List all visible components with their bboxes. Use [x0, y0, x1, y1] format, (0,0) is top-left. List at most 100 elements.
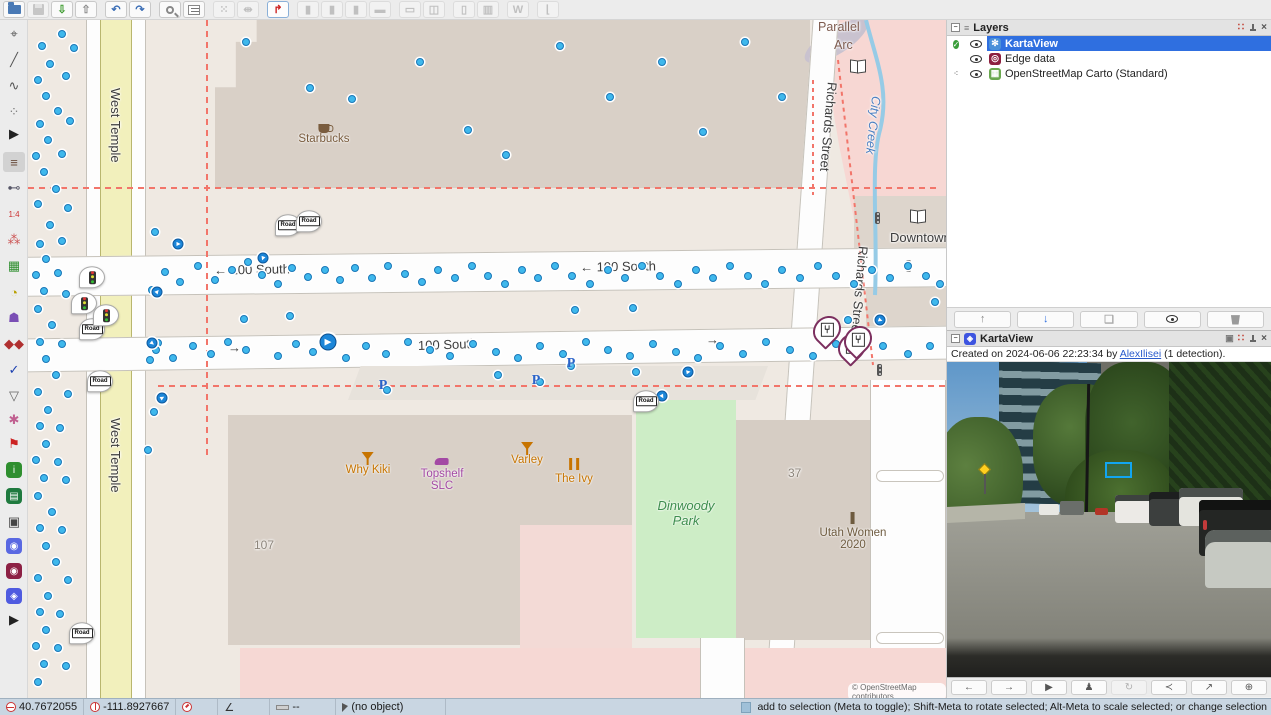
photo-panel-toggle[interactable]: ▣ — [3, 512, 25, 532]
kartaview-image-dot[interactable] — [189, 342, 197, 350]
kartaview-image-dot[interactable] — [814, 262, 822, 270]
kartaview-image-dot[interactable] — [70, 44, 78, 52]
road-sign-detection-bubble[interactable]: Road — [296, 210, 322, 232]
kartaview-heading-dot[interactable]: ▲ — [147, 338, 158, 349]
kartaview-image-dot[interactable] — [832, 272, 840, 280]
select-tool[interactable]: ⌖ — [3, 24, 25, 44]
kartaview-image-dot[interactable] — [54, 269, 62, 277]
kartaview-image-dot[interactable] — [778, 266, 786, 274]
kartaview-image-dot[interactable] — [44, 592, 52, 600]
kartaview-image-dot[interactable] — [240, 315, 248, 323]
notes-panel-toggle[interactable]: ⚑ — [3, 434, 25, 454]
open-file-button[interactable] — [3, 1, 25, 18]
kartaview-image-dot[interactable] — [36, 608, 44, 616]
kartaview-image-dot[interactable] — [38, 42, 46, 50]
kartaview-image-dot[interactable] — [868, 266, 876, 274]
open-web-button[interactable]: ⊕ — [1231, 680, 1267, 695]
layer-visibility-button[interactable] — [1144, 311, 1201, 328]
info-panel-toggle[interactable]: i — [3, 460, 25, 480]
kartaview-image-dot[interactable] — [362, 342, 370, 350]
kartaview-heading-dot[interactable]: ▲ — [152, 287, 163, 298]
kartaview-image-dot[interactable] — [64, 576, 72, 584]
kartaview-image-dot[interactable] — [761, 280, 769, 288]
layout-icon[interactable]: ▣ — [1225, 333, 1234, 344]
layer-merge-button[interactable]: ❏ — [1080, 311, 1137, 328]
share-button[interactable]: ≺ — [1151, 680, 1187, 695]
traffic-light-detection-bubble[interactable] — [93, 304, 119, 326]
pegman-button[interactable]: ♟ — [1071, 680, 1107, 695]
kartaview-image-dot[interactable] — [886, 274, 894, 282]
kartaview-image-dot[interactable] — [778, 93, 786, 101]
kartaview-image-dot[interactable] — [582, 338, 590, 346]
close-icon[interactable]: × — [1261, 333, 1267, 344]
kartaview-image-dot[interactable] — [744, 272, 752, 280]
preset-door-button[interactable]: ▮ — [321, 1, 343, 18]
kartaview-heading-dot[interactable]: ▲ — [173, 239, 184, 250]
kartaview-image-dot[interactable] — [36, 240, 44, 248]
kartaview-image-dot[interactable] — [850, 280, 858, 288]
kartaview-image-dot[interactable] — [58, 340, 66, 348]
kartaview-image-dot[interactable] — [64, 390, 72, 398]
kartaview-image-dot[interactable] — [502, 151, 510, 159]
layer-row-edge-data[interactable]: ◎Edge data — [947, 51, 1271, 66]
kartaview-heading-dot[interactable]: ▲ — [258, 253, 269, 264]
layers-panel-header[interactable]: − ≡ Layers ∷ × — [947, 20, 1271, 36]
kartaview-image-dot[interactable] — [42, 255, 50, 263]
kartaview-image-dot[interactable] — [151, 228, 159, 236]
kartaview-image-dot[interactable] — [726, 262, 734, 270]
layer-move-up-button[interactable]: ↑ — [954, 311, 1011, 328]
preset-people-button[interactable]: ▥ — [477, 1, 499, 18]
kartaview-image-dot[interactable] — [42, 92, 50, 100]
kartaview-image-dot[interactable] — [699, 128, 707, 136]
kartaview-image-dot[interactable] — [739, 350, 747, 358]
kartaview-image-dot[interactable] — [62, 72, 70, 80]
road-sign-detection-bubble[interactable]: Road — [633, 390, 659, 412]
kartaview-image-dot[interactable] — [40, 660, 48, 668]
kartaview-image-dot[interactable] — [632, 368, 640, 376]
minimap-panel-toggle[interactable]: ▦ — [3, 256, 25, 276]
kartaview-image-dot[interactable] — [34, 305, 42, 313]
kartaview-heading-dot[interactable]: ▲ — [683, 367, 694, 378]
kartaview-image-dot[interactable] — [207, 350, 215, 358]
draw-node-tool[interactable]: ╱ — [3, 50, 25, 70]
kartaview-image-dot[interactable] — [58, 30, 66, 38]
mapillary-toggle[interactable]: ◉ — [3, 536, 25, 556]
kartaview-image-dot[interactable] — [621, 274, 629, 282]
kartaview-image-dot[interactable] — [629, 304, 637, 312]
kartaview-image-dot[interactable] — [242, 346, 250, 354]
kartaview-image-dot[interactable] — [36, 120, 44, 128]
commands-panel-toggle[interactable]: ◔ — [3, 282, 25, 302]
user-link[interactable]: AlexIlisei — [1120, 348, 1161, 360]
kartaview-toggle[interactable]: ◉ — [3, 561, 25, 581]
kartaview-image-dot[interactable] — [66, 117, 74, 125]
sticky-icon[interactable]: ∷ — [1238, 22, 1245, 33]
preset-works-button[interactable]: ⌊ — [537, 1, 559, 18]
kartaview-image-dot[interactable] — [36, 422, 44, 430]
kartaview-panel-header[interactable]: − ◈ KartaView ▣ ∷ × — [947, 331, 1271, 347]
kartaview-image-dot[interactable] — [46, 221, 54, 229]
kartaview-image-dot[interactable] — [568, 272, 576, 280]
layers-panel-toggle[interactable]: ≡ — [3, 152, 25, 172]
kartaview-image-dot[interactable] — [336, 276, 344, 284]
kartaview-image-dot[interactable] — [258, 271, 266, 279]
kartaview-image-dot[interactable] — [382, 350, 390, 358]
dock-pin-icon[interactable] — [1249, 24, 1257, 32]
kartaview-image-dot[interactable] — [348, 95, 356, 103]
kartaview-image-dot[interactable] — [40, 287, 48, 295]
kartaview-image-dot[interactable] — [48, 508, 56, 516]
kartaview-image-dot[interactable] — [904, 262, 912, 270]
kartaview-image-dot[interactable] — [446, 352, 454, 360]
kartaview-image-dot[interactable] — [54, 644, 62, 652]
layer-move-down-button[interactable]: ↓ — [1017, 311, 1074, 328]
kartaview-image-dot[interactable] — [418, 278, 426, 286]
kartaview-image-dot[interactable] — [62, 290, 70, 298]
kartaview-image-dot[interactable] — [194, 262, 202, 270]
kartaview-image-dot[interactable] — [211, 276, 219, 284]
kartaview-image-dot[interactable] — [32, 642, 40, 650]
kartaview-image-dot[interactable] — [34, 574, 42, 582]
navigate-button[interactable]: ↗ — [1191, 680, 1227, 695]
preset-wall-button[interactable]: ▬ — [369, 1, 391, 18]
kartaview-image-dot[interactable] — [692, 266, 700, 274]
kartaview-image-dot[interactable] — [672, 348, 680, 356]
kartaview-image-dot[interactable] — [649, 340, 657, 348]
